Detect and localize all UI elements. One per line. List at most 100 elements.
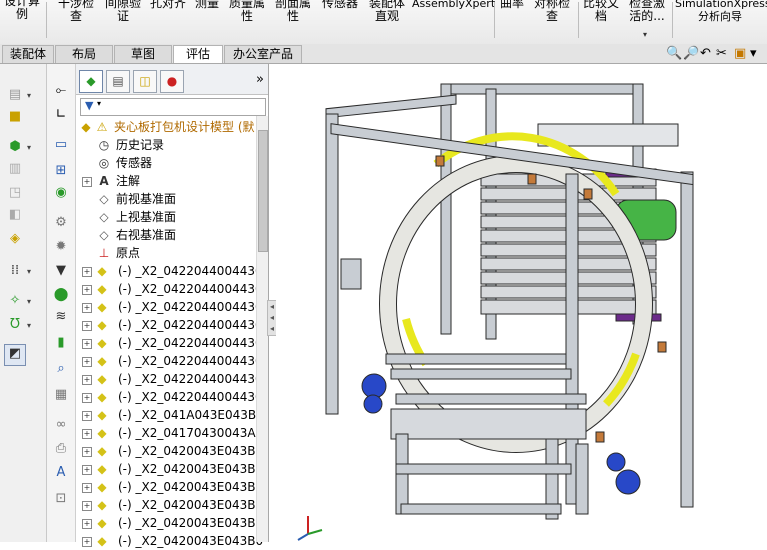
tree-item-front-plane[interactable]: ◇ 前视基准面 [76, 190, 256, 208]
tree-item-history[interactable]: ◷ 历史记录 [76, 136, 256, 154]
sensor-button[interactable]: 传感器 [318, 0, 362, 10]
dropdown-arrow-icon[interactable]: ▾ [27, 297, 31, 306]
globe-icon[interactable]: ◉ [52, 184, 70, 202]
design-study-button[interactable]: 设计算 例 [2, 0, 42, 21]
expand-icon[interactable]: + [82, 411, 92, 421]
expand-icon[interactable]: + [82, 285, 92, 295]
view-palette-icon[interactable]: ▦ [52, 386, 70, 404]
tree-part-row[interactable]: + ◆ (-) _X2_0422044004430 [76, 298, 263, 316]
smart-dimension-icon[interactable]: ⟜ [52, 82, 70, 100]
curvature-button[interactable]: 曲率 [498, 0, 526, 10]
display-style-icon[interactable]: ▾ [750, 46, 757, 62]
property-manager-tab-icon[interactable]: ▤ [106, 70, 130, 93]
zoom-to-fit-icon[interactable]: 🔍 [666, 46, 682, 62]
expand-icon[interactable]: + [82, 375, 92, 385]
expand-icon[interactable]: + [82, 537, 92, 547]
tree-filter[interactable]: ▼ ▾ [80, 98, 266, 116]
toolbox-icon[interactable]: ▮ [52, 334, 70, 352]
expand-icon[interactable]: + [82, 447, 92, 457]
symmetry-check-button[interactable]: 对称检 查 [530, 0, 574, 23]
mass-properties-button[interactable]: 质量属 性 [226, 0, 268, 23]
section-view-icon[interactable]: ✂ [716, 46, 727, 62]
assemblyxpert-button[interactable]: AssemblyXpert [412, 0, 495, 10]
expand-icon[interactable]: + [82, 321, 92, 331]
tree-item-top-plane[interactable]: ◇ 上视基准面 [76, 208, 256, 226]
tab-sketch[interactable]: 草图 [114, 45, 172, 63]
zoom-area-icon[interactable]: 🔎 [683, 46, 699, 62]
assembly-features-icon[interactable]: ◈ [6, 230, 24, 248]
graphics-viewport[interactable] [276, 64, 767, 542]
tree-item-origin[interactable]: ⊥ 原点 [76, 244, 256, 262]
dropdown-arrow-icon[interactable]: ▾ [27, 143, 31, 152]
assembly-visualization-button[interactable]: 装配体 直观 [366, 0, 408, 23]
compare-documents-button[interactable]: 比较文 档 [580, 0, 622, 23]
link-icon[interactable]: ∞ [52, 416, 70, 434]
expand-icon[interactable]: + [82, 393, 92, 403]
tree-part-row[interactable]: + ◆ (-) _X2_0420043E043B0 [76, 514, 263, 532]
show-hidden-icon[interactable]: ◧ [6, 206, 24, 224]
expand-tabs-icon[interactable]: » [256, 72, 264, 87]
funnel-icon[interactable]: ▼ [52, 262, 70, 280]
dropdown-arrow-icon[interactable]: ▾ [27, 267, 31, 276]
search-icon[interactable]: ⌕ [52, 360, 70, 378]
insert-component-icon[interactable]: ▤ [6, 86, 24, 104]
smart-fasteners-icon[interactable]: ▥ [6, 160, 24, 178]
dropdown-arrow-icon[interactable]: ▾ [27, 321, 31, 330]
previous-view-icon[interactable]: ↶ [700, 46, 711, 62]
check-active-document-button[interactable]: 检查激 活的... [626, 0, 668, 23]
line-icon[interactable]: ∟ [52, 106, 70, 124]
network-icon[interactable]: ⊞ [52, 162, 70, 180]
tree-part-row[interactable]: + ◆ (-) _X2_0422044004430 [76, 334, 263, 352]
tab-layout[interactable]: 布局 [55, 45, 113, 63]
tree-item-annotations[interactable]: + A 注解 [76, 172, 256, 190]
expand-icon[interactable]: + [82, 501, 92, 511]
tree-root[interactable]: ◆ ⚠ 夹心板打包机设计模型 (默 [76, 118, 256, 136]
hole-alignment-button[interactable]: 孔对齐 [148, 0, 188, 10]
gear-icon[interactable]: ⚙ [52, 214, 70, 232]
tree-item-sensors[interactable]: ◎ 传感器 [76, 154, 256, 172]
tree-part-row[interactable]: + ◆ (-) _X2_0420043E043B0 [76, 496, 263, 514]
expand-icon[interactable]: + [82, 519, 92, 529]
tree-part-row[interactable]: + ◆ (-) _X2_0422044004430 [76, 370, 263, 388]
tab-evaluate[interactable]: 评估 [173, 45, 223, 63]
bill-of-materials-icon[interactable]: Ʊ [6, 316, 24, 334]
scrollbar-thumb[interactable] [258, 130, 268, 252]
expand-icon[interactable]: + [82, 177, 92, 187]
tree-part-row[interactable]: + ◆ (-) _X2_0420043E043B0 [76, 460, 263, 478]
interference-detection-button[interactable]: 干涉检 查 [54, 0, 98, 23]
tree-item-right-plane[interactable]: ◇ 右视基准面 [76, 226, 256, 244]
mate-icon[interactable]: ■ [6, 108, 24, 126]
spring-icon[interactable]: ≋ [52, 308, 70, 326]
section-properties-button[interactable]: 剖面属 性 [272, 0, 314, 23]
tree-part-row[interactable]: + ◆ (-) _X2_0420043E043B0 [76, 442, 263, 460]
dropdown-arrow-icon[interactable]: ▾ [27, 91, 31, 100]
display-manager-tab-icon[interactable]: ● [160, 70, 184, 93]
view-orientation-icon[interactable]: ▣ [734, 46, 746, 62]
feature-manager-tab-icon[interactable]: ◆ [79, 70, 103, 93]
printer-icon[interactable]: ⎙ [52, 440, 70, 458]
location-pin-icon[interactable]: ⬤ [52, 286, 70, 304]
expand-icon[interactable]: + [82, 483, 92, 493]
display-icon[interactable]: ▭ [52, 136, 70, 154]
expand-icon[interactable]: + [82, 465, 92, 475]
settings-icon[interactable]: ✹ [52, 238, 70, 256]
tab-assembly[interactable]: 装配体 [2, 45, 54, 63]
reference-geometry-icon[interactable]: ⁞⁞ [6, 262, 24, 280]
tree-part-row[interactable]: + ◆ (-) _X2_0420043E043B0 [76, 478, 263, 496]
table-icon[interactable]: ⊡ [52, 490, 70, 508]
simulationxpress-button[interactable]: SimulationXpress 分析向导 [675, 0, 767, 23]
measure-button[interactable]: 测量 [192, 0, 222, 10]
linear-pattern-icon[interactable]: ⬢ [6, 138, 24, 156]
tree-part-row[interactable]: + ◆ (-) _X2_0422044004430 [76, 316, 263, 334]
tab-office-products[interactable]: 办公室产品 [224, 45, 302, 63]
tree-part-row[interactable]: + ◆ (-) _X2_0422044004430 [76, 280, 263, 298]
configuration-manager-tab-icon[interactable]: ◫ [133, 70, 157, 93]
tree-part-row[interactable]: + ◆ (-) _X2_041A043E043B0 [76, 406, 264, 424]
expand-icon[interactable]: + [82, 267, 92, 277]
text-icon[interactable]: A [52, 464, 70, 482]
new-motion-study-icon[interactable]: ✧ [6, 292, 24, 310]
dropdown-arrow-icon[interactable]: ▾ [97, 99, 101, 108]
tree-part-row[interactable]: + ◆ (-) _X2_0422044004430 [76, 262, 263, 280]
tree-part-row[interactable]: + ◆ (-) _X2_0422044004430 [76, 388, 263, 406]
tree-part-row[interactable]: + ◆ (-) _X2_04170430043A0 [76, 424, 263, 442]
